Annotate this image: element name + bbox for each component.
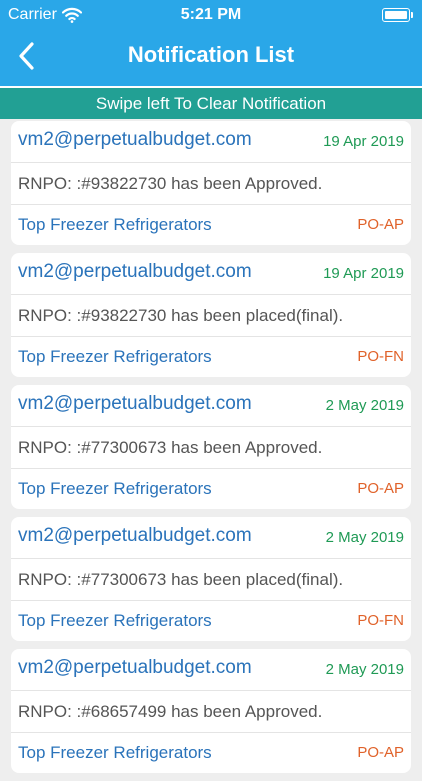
notification-message: RNPO: :#77300673 has been placed(final). bbox=[18, 570, 344, 589]
notification-code: PO-AP bbox=[357, 744, 404, 761]
notification-card[interactable]: vm2@perpetualbudget.com 2 May 2019 RNPO:… bbox=[11, 385, 411, 509]
notification-message: RNPO: :#68657499 has been Approved. bbox=[18, 702, 323, 721]
notification-message-row: RNPO: :#68657499 has been Approved. bbox=[11, 690, 411, 732]
app-header: Carrier 5:21 PM Notification List bbox=[0, 0, 422, 86]
swipe-hint-banner: Swipe left To Clear Notification bbox=[0, 86, 422, 119]
notification-footer-row: Top Freezer Refrigerators PO-FN bbox=[11, 336, 411, 377]
notification-message: RNPO: :#93822730 has been Approved. bbox=[18, 174, 323, 193]
notification-message: RNPO: :#77300673 has been Approved. bbox=[18, 438, 323, 457]
notification-email: vm2@perpetualbudget.com bbox=[18, 525, 252, 546]
notification-category: Top Freezer Refrigerators bbox=[18, 479, 212, 498]
notification-category: Top Freezer Refrigerators bbox=[18, 347, 212, 366]
notification-code: PO-AP bbox=[357, 216, 404, 233]
notification-date: 19 Apr 2019 bbox=[323, 265, 404, 282]
notification-category: Top Freezer Refrigerators bbox=[18, 743, 212, 762]
notification-header-row: vm2@perpetualbudget.com 2 May 2019 bbox=[11, 385, 411, 426]
notification-message-row: RNPO: :#77300673 has been placed(final). bbox=[11, 558, 411, 600]
notification-category: Top Freezer Refrigerators bbox=[18, 611, 212, 630]
notification-code: PO-FN bbox=[357, 348, 404, 365]
notification-message-row: RNPO: :#77300673 has been Approved. bbox=[11, 426, 411, 468]
notification-date: 2 May 2019 bbox=[325, 529, 404, 546]
battery-icon bbox=[382, 8, 413, 22]
notification-code: PO-FN bbox=[357, 612, 404, 629]
notification-card[interactable]: vm2@perpetualbudget.com 2 May 2019 RNPO:… bbox=[11, 649, 411, 773]
notification-email: vm2@perpetualbudget.com bbox=[18, 261, 252, 282]
notification-date: 2 May 2019 bbox=[325, 397, 404, 414]
notification-message-row: RNPO: :#93822730 has been Approved. bbox=[11, 162, 411, 204]
notification-message-row: RNPO: :#93822730 has been placed(final). bbox=[11, 294, 411, 336]
notification-category: Top Freezer Refrigerators bbox=[18, 215, 212, 234]
notification-email: vm2@perpetualbudget.com bbox=[18, 657, 252, 678]
status-bar: Carrier 5:21 PM bbox=[0, 0, 422, 32]
notification-date: 19 Apr 2019 bbox=[323, 133, 404, 150]
notification-header-row: vm2@perpetualbudget.com 2 May 2019 bbox=[11, 649, 411, 690]
notification-footer-row: Top Freezer Refrigerators PO-AP bbox=[11, 204, 411, 245]
notification-list[interactable]: vm2@perpetualbudget.com 19 Apr 2019 RNPO… bbox=[11, 121, 411, 781]
notification-email: vm2@perpetualbudget.com bbox=[18, 393, 252, 414]
status-time: 5:21 PM bbox=[180, 6, 242, 23]
notification-card[interactable]: vm2@perpetualbudget.com 2 May 2019 RNPO:… bbox=[11, 517, 411, 641]
notification-header-row: vm2@perpetualbudget.com 19 Apr 2019 bbox=[11, 253, 411, 294]
back-button[interactable] bbox=[6, 36, 46, 76]
chevron-left-icon bbox=[19, 42, 34, 70]
notification-card[interactable]: vm2@perpetualbudget.com 19 Apr 2019 RNPO… bbox=[11, 121, 411, 245]
notification-footer-row: Top Freezer Refrigerators PO-FN bbox=[11, 600, 411, 641]
notification-footer-row: Top Freezer Refrigerators PO-AP bbox=[11, 732, 411, 773]
notification-card[interactable]: vm2@perpetualbudget.com 19 Apr 2019 RNPO… bbox=[11, 253, 411, 377]
nav-bar: Notification List bbox=[0, 32, 422, 86]
notification-header-row: vm2@perpetualbudget.com 2 May 2019 bbox=[11, 517, 411, 558]
page-title: Notification List bbox=[127, 42, 295, 67]
notification-header-row: vm2@perpetualbudget.com 19 Apr 2019 bbox=[11, 121, 411, 162]
notification-code: PO-AP bbox=[357, 480, 404, 497]
notification-footer-row: Top Freezer Refrigerators PO-AP bbox=[11, 468, 411, 509]
notification-message: RNPO: :#93822730 has been placed(final). bbox=[18, 306, 344, 325]
notification-email: vm2@perpetualbudget.com bbox=[18, 129, 252, 150]
notification-date: 2 May 2019 bbox=[325, 661, 404, 678]
